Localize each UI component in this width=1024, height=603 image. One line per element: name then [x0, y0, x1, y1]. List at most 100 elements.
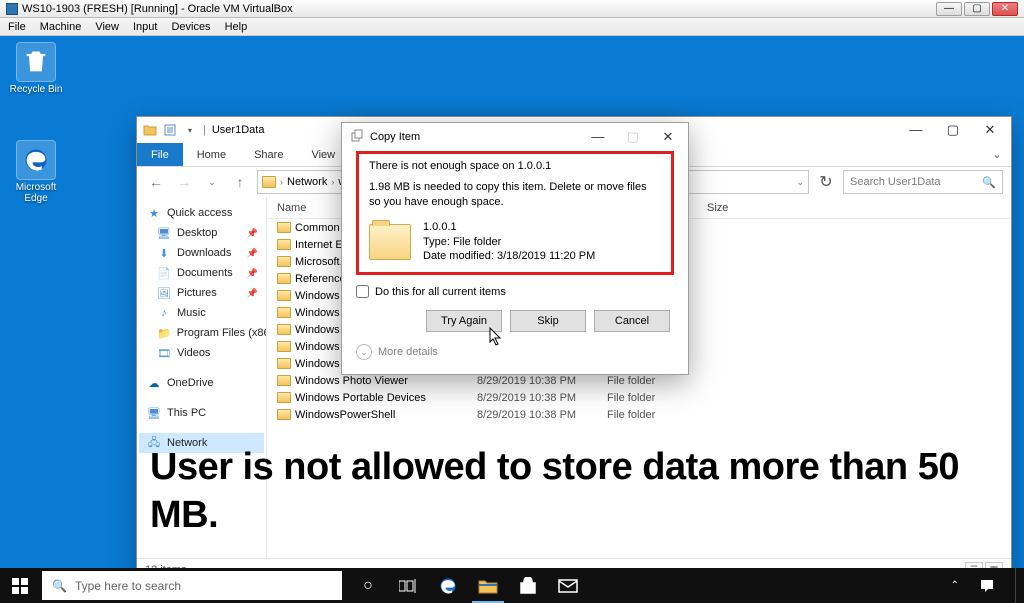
system-tray: ⌃ — [951, 568, 1024, 603]
nav-quick-access[interactable]: ★Quick access — [139, 203, 264, 223]
dialog-maximize-button[interactable]: ▢ — [617, 125, 649, 149]
annotation-text: User is not allowed to store data more t… — [150, 444, 990, 539]
qat-properties-icon[interactable] — [163, 123, 177, 137]
col-size[interactable]: Size — [697, 202, 757, 214]
copy-item-dialog: Copy Item — ▢ ✕ There is not enough spac… — [341, 122, 689, 375]
file-type: File folder — [597, 409, 697, 421]
close-button[interactable]: ✕ — [992, 2, 1018, 16]
cancel-button[interactable]: Cancel — [594, 310, 670, 332]
nav-downloads[interactable]: ⬇Downloads📌 — [139, 243, 264, 263]
nav-videos[interactable]: 🎞Videos — [139, 343, 264, 363]
edge-icon[interactable]: Microsoft Edge — [6, 140, 66, 204]
desktop[interactable]: Recycle Bin Microsoft Edge ▾ | User1Data… — [0, 36, 1024, 568]
start-button[interactable] — [0, 568, 40, 603]
forward-button[interactable]: → — [173, 171, 195, 193]
file-name: Windows Portable Devices — [295, 392, 426, 404]
folder-icon — [262, 176, 276, 188]
file-type: File folder — [597, 375, 697, 387]
folder-icon — [369, 224, 411, 260]
breadcrumb-network[interactable]: Network — [287, 176, 327, 188]
dialog-title-bar[interactable]: Copy Item — ▢ ✕ — [342, 123, 688, 151]
do-for-all-checkbox[interactable] — [356, 285, 369, 298]
do-for-all-label: Do this for all current items — [375, 286, 506, 298]
menu-view[interactable]: View — [95, 21, 119, 33]
taskbar-search[interactable]: 🔍 Type here to search — [42, 571, 342, 600]
menu-file[interactable]: File — [8, 21, 26, 33]
folder-icon — [143, 123, 157, 137]
chevron-down-icon: ⌄ — [356, 344, 372, 360]
show-desktop-button[interactable] — [1015, 568, 1020, 603]
folder-icon — [277, 358, 291, 369]
dialog-minimize-button[interactable]: — — [582, 125, 614, 149]
recycle-bin-icon[interactable]: Recycle Bin — [6, 42, 66, 95]
explorer-maximize-button[interactable]: ▢ — [936, 119, 970, 141]
virtualbox-menu-bar: File Machine View Input Devices Help — [0, 18, 1024, 36]
do-for-all-checkbox-row[interactable]: Do this for all current items — [356, 285, 674, 298]
chevron-right-icon[interactable]: › — [331, 177, 334, 187]
file-name: WindowsPowerShell — [295, 409, 395, 421]
folder-icon — [277, 392, 291, 403]
item-name: 1.0.0.1 — [423, 220, 595, 235]
file-date: 8/29/2019 10:38 PM — [467, 409, 597, 421]
error-highlight-box: There is not enough space on 1.0.0.1 1.9… — [356, 151, 674, 275]
nav-programfiles[interactable]: 📁Program Files (x86) — [139, 323, 264, 343]
nav-music[interactable]: ♪Music — [139, 303, 264, 323]
item-type: Type: File folder — [423, 235, 595, 250]
copy-icon — [350, 129, 364, 146]
search-input[interactable]: Search User1Data 🔍 — [843, 170, 1003, 194]
dialog-title-text: Copy Item — [370, 131, 420, 143]
item-date: Date modified: 3/18/2019 11:20 PM — [423, 249, 595, 264]
ribbon-expand-icon[interactable]: ⌄ — [983, 143, 1011, 166]
tab-home[interactable]: Home — [183, 143, 240, 166]
address-dropdown-icon[interactable]: ⌄ — [796, 177, 804, 188]
search-icon: 🔍 — [52, 579, 67, 593]
try-again-button[interactable]: Try Again — [426, 310, 502, 332]
folder-icon — [277, 222, 291, 233]
action-center-icon[interactable] — [969, 568, 1005, 603]
nav-desktop[interactable]: 🖥Desktop📌 — [139, 223, 264, 243]
menu-devices[interactable]: Devices — [171, 21, 210, 33]
search-placeholder: Search User1Data — [850, 176, 941, 188]
explorer-close-button[interactable]: ✕ — [973, 119, 1007, 141]
nav-pictures[interactable]: 🖼Pictures📌 — [139, 283, 264, 303]
dialog-close-button[interactable]: ✕ — [652, 125, 684, 149]
table-row[interactable]: Windows Portable Devices 8/29/2019 10:38 … — [267, 389, 1011, 406]
folder-icon — [277, 273, 291, 284]
nav-onedrive[interactable]: ☁OneDrive — [139, 373, 264, 393]
menu-help[interactable]: Help — [225, 21, 248, 33]
table-row[interactable]: WindowsPowerShell 8/29/2019 10:38 PMFile … — [267, 406, 1011, 423]
mail-taskbar-icon[interactable] — [548, 568, 588, 603]
folder-icon — [277, 256, 291, 267]
nav-thispc[interactable]: 🖥This PC — [139, 403, 264, 423]
recycle-bin-label: Recycle Bin — [6, 84, 66, 95]
file-type: File folder — [597, 392, 697, 404]
recent-locations-button[interactable]: ⌄ — [201, 171, 223, 193]
task-view-button[interactable] — [388, 568, 428, 603]
dialog-subtext: 1.98 MB is needed to copy this item. Del… — [369, 180, 661, 210]
tray-overflow-icon[interactable]: ⌃ — [951, 580, 959, 591]
explorer-taskbar-icon[interactable] — [468, 568, 508, 603]
store-taskbar-icon[interactable] — [508, 568, 548, 603]
back-button[interactable]: ← — [145, 171, 167, 193]
more-details-toggle[interactable]: ⌄ More details — [356, 342, 674, 364]
folder-icon — [277, 341, 291, 352]
edge-taskbar-icon[interactable] — [428, 568, 468, 603]
skip-button[interactable]: Skip — [510, 310, 586, 332]
menu-machine[interactable]: Machine — [40, 21, 82, 33]
qat-dropdown-icon[interactable]: ▾ — [183, 123, 197, 137]
cortana-button[interactable]: ○ — [348, 568, 388, 603]
tab-share[interactable]: Share — [240, 143, 297, 166]
chevron-right-icon[interactable]: › — [280, 177, 283, 187]
minimize-button[interactable]: — — [936, 2, 962, 16]
explorer-minimize-button[interactable]: — — [899, 119, 933, 141]
taskbar: 🔍 Type here to search ○ ⌃ — [0, 568, 1024, 603]
maximize-button[interactable]: ▢ — [964, 2, 990, 16]
file-date: 8/29/2019 10:38 PM — [467, 392, 597, 404]
nav-documents[interactable]: 📄Documents📌 — [139, 263, 264, 283]
refresh-button[interactable]: ↻ — [815, 172, 837, 192]
tab-file[interactable]: File — [137, 143, 183, 166]
edge-label: Microsoft Edge — [6, 182, 66, 204]
menu-input[interactable]: Input — [133, 21, 157, 33]
folder-icon — [277, 307, 291, 318]
up-button[interactable]: ↑ — [229, 171, 251, 193]
